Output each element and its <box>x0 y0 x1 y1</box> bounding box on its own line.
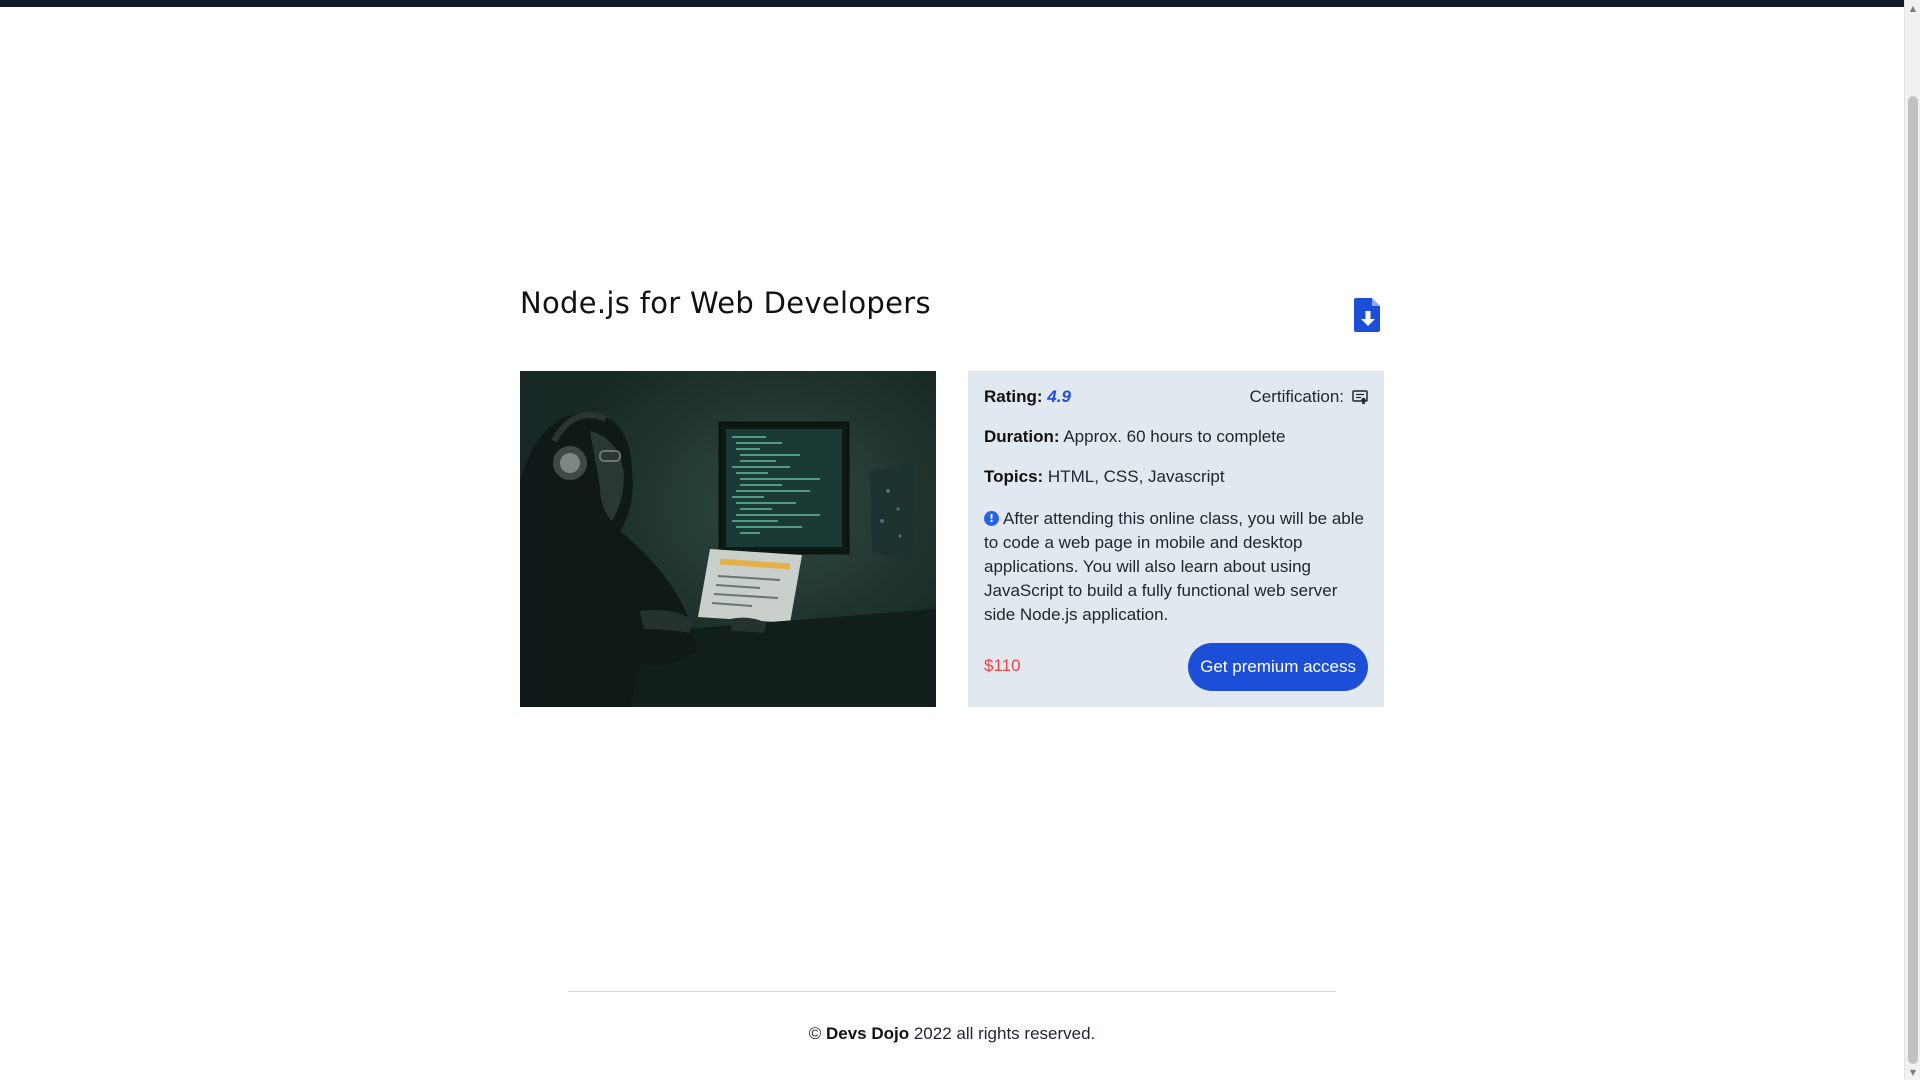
course-info-panel: Rating: 4.9 Certification: Duration: App… <box>968 371 1384 707</box>
price: $110 <box>984 656 1021 675</box>
footer-rights: 2022 all rights reserved. <box>913 1024 1096 1043</box>
topics-label: Topics: <box>984 467 1044 486</box>
duration-row: Duration: Approx. 60 hours to complete <box>984 427 1368 447</box>
file-download-icon <box>1354 298 1380 332</box>
certification-group: Certification: <box>1250 387 1368 407</box>
description-text: After attending this online class, you w… <box>984 509 1364 624</box>
duration-value: Approx. 60 hours to complete <box>1063 427 1286 446</box>
certificate-icon <box>1352 390 1368 405</box>
topics-value: HTML, CSS, Javascript <box>1047 467 1225 486</box>
course-image <box>520 371 936 707</box>
get-premium-access-button[interactable]: Get premium access <box>1188 643 1368 691</box>
page-title: Node.js for Web Developers <box>520 286 931 320</box>
vertical-scrollbar[interactable]: ▲ ▼ <box>1904 0 1920 1080</box>
course-description: ! After attending this online class, you … <box>984 507 1368 627</box>
top-bar <box>0 0 1904 7</box>
rating-label: Rating: <box>984 387 1043 406</box>
certification-label: Certification: <box>1249 387 1344 406</box>
footer: © Devs Dojo 2022 all rights reserved. <box>0 1024 1904 1044</box>
download-button[interactable] <box>1354 298 1382 332</box>
scroll-down-arrow[interactable]: ▼ <box>1905 1064 1920 1080</box>
rating-value: 4.9 <box>1047 387 1071 406</box>
footer-divider <box>568 991 1336 992</box>
scroll-thumb[interactable] <box>1908 96 1918 1064</box>
copyright-symbol: © <box>808 1024 822 1043</box>
duration-label: Duration: <box>984 427 1060 446</box>
rating-row: Rating: 4.9 Certification: <box>984 387 1368 411</box>
info-icon: ! <box>984 511 999 526</box>
footer-brand: Devs Dojo <box>825 1024 910 1043</box>
topics-row: Topics: HTML, CSS, Javascript <box>984 467 1368 487</box>
scroll-up-arrow[interactable]: ▲ <box>1905 0 1920 16</box>
